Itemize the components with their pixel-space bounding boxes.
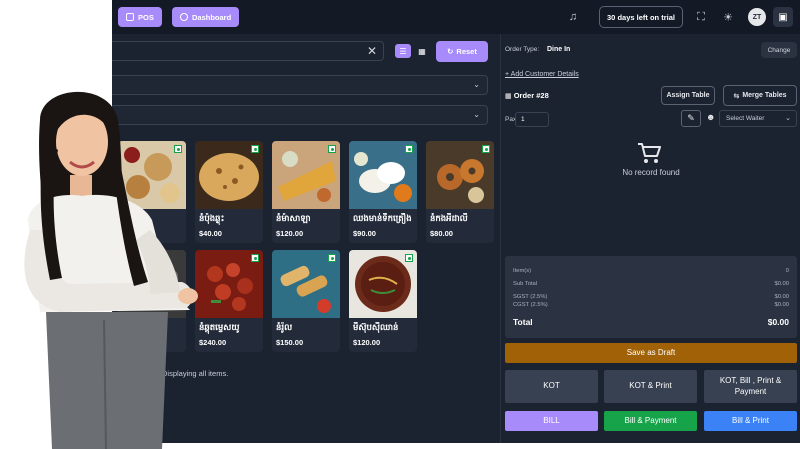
menu-item-card[interactable]: នំរ៉ូល $150.00: [272, 250, 340, 352]
menu-item-price: $80.00: [430, 229, 453, 238]
receipt-icon: ▦: [505, 93, 512, 100]
food-image: [426, 141, 494, 209]
pax-input[interactable]: 1: [515, 112, 549, 127]
veg-indicator-icon: [251, 145, 259, 153]
order-type-value: Dine In: [547, 46, 571, 53]
kot-bill-print-payment-button[interactable]: KOT, Bill , Print & Payment: [704, 370, 797, 403]
cart-icon: [638, 143, 661, 163]
top-bar: POS Dashboard ♫ 30 days left on trial ⛶ …: [112, 0, 800, 34]
clear-search-icon[interactable]: ✕: [367, 44, 377, 58]
chevron-down-icon: ⌄: [785, 115, 791, 122]
summary-total-row: Total $0.00: [513, 317, 789, 327]
chevron-down-icon: ⌄: [473, 80, 480, 89]
fullscreen-icon[interactable]: ⛶: [694, 10, 708, 24]
order-panel: Order Type: Dine In Change + Add Custome…: [500, 34, 800, 443]
bill-payment-button[interactable]: Bill & Payment: [604, 411, 697, 431]
menu-item-name: នំកងអីដាលី: [430, 213, 468, 223]
select-waiter-dropdown[interactable]: Select Waiter ⌄: [719, 110, 797, 127]
reset-button[interactable]: ↻ Reset: [436, 41, 488, 62]
veg-indicator-icon: [328, 145, 336, 153]
merge-icon: ⇆: [733, 92, 740, 100]
veg-indicator-icon: [405, 145, 413, 153]
edit-note-icon[interactable]: ✎: [681, 110, 701, 127]
screenshot: POS Dashboard ♫ 30 days left on trial ⛶ …: [0, 0, 800, 449]
order-type-label: Order Type:: [505, 46, 540, 53]
menu-item-price: $120.00: [276, 229, 304, 238]
food-image: [272, 250, 340, 318]
pos-app-window: POS Dashboard ♫ 30 days left on trial ⛶ …: [112, 0, 800, 443]
menu-item-price: $90.00: [353, 229, 376, 238]
menu-item-card[interactable]: នំកងអីដាលី $80.00: [426, 141, 494, 243]
refresh-icon: ↻: [447, 47, 454, 56]
veg-indicator-icon: [405, 254, 413, 262]
veg-indicator-icon: [251, 254, 259, 262]
kot-print-button[interactable]: KOT & Print: [604, 370, 697, 403]
menu-item-card[interactable]: ឈងមាន់ទឹកត្រឿង $90.00: [349, 141, 417, 243]
theme-toggle-icon[interactable]: ☀: [721, 10, 735, 24]
kot-button[interactable]: KOT: [505, 370, 598, 403]
summary-subtotal-row: Sub Total $0.00: [513, 281, 789, 287]
food-image: [349, 250, 417, 318]
waiter-icon: ☻: [706, 112, 716, 122]
dashboard-button[interactable]: Dashboard: [172, 7, 240, 27]
monitor-icon[interactable]: ▣: [773, 7, 793, 27]
menu-item-name: ឈងមាន់ទឹកត្រឿង: [353, 213, 412, 223]
promo-person-image: [24, 91, 198, 449]
menu-item-price: $120.00: [353, 338, 381, 347]
merge-tables-button[interactable]: ⇆ Merge Tables: [723, 85, 797, 106]
notification-icon[interactable]: ♫: [566, 10, 580, 24]
pos-icon: [126, 13, 134, 21]
save-draft-button[interactable]: Save as Draft: [505, 343, 797, 363]
summary-cgst-row: CGST (2.5%) $0.00: [513, 302, 789, 308]
veg-indicator-icon: [328, 254, 336, 262]
dashboard-icon: [180, 13, 188, 21]
order-summary: Item(s) 0 Sub Total $0.00 SGST (2.5%) $0.00…: [505, 256, 797, 338]
menu-item-card[interactable]: នំម៉ាសាឡា $120.00: [272, 141, 340, 243]
menu-item-price: $150.00: [276, 338, 304, 347]
list-view-icon[interactable]: ☰: [395, 44, 411, 58]
food-image: [349, 141, 417, 209]
food-image: [272, 141, 340, 209]
menu-item-name: មីស៊ុបស៊ីឈាន់: [353, 322, 399, 332]
empty-order-message: No record found: [622, 168, 680, 177]
grid-view-icon[interactable]: ▦: [414, 44, 430, 58]
summary-sgst-row: SGST (2.5%) $0.00: [513, 294, 789, 300]
change-order-type-button[interactable]: Change: [761, 42, 797, 58]
order-number: ▦ Order #28: [505, 91, 549, 100]
add-customer-link[interactable]: + Add Customer Details: [505, 71, 579, 78]
avatar[interactable]: ZT: [748, 8, 766, 26]
pos-button[interactable]: POS: [118, 7, 162, 27]
bill-print-button[interactable]: Bill & Print: [704, 411, 797, 431]
trial-badge[interactable]: 30 days left on trial: [599, 6, 683, 28]
veg-indicator-icon: [482, 145, 490, 153]
bill-button[interactable]: BILL: [505, 411, 598, 431]
search-input[interactable]: ✕: [112, 41, 384, 61]
chevron-down-icon: ⌄: [473, 110, 480, 119]
assign-table-button[interactable]: Assign Table: [661, 86, 715, 105]
menu-item-name: នំម៉ាសាឡា: [276, 213, 311, 223]
menu-item-name: នំរ៉ូល: [276, 322, 293, 332]
menu-item-card[interactable]: មីស៊ុបស៊ីឈាន់ $120.00: [349, 250, 417, 352]
summary-items-row: Item(s) 0: [513, 268, 789, 274]
